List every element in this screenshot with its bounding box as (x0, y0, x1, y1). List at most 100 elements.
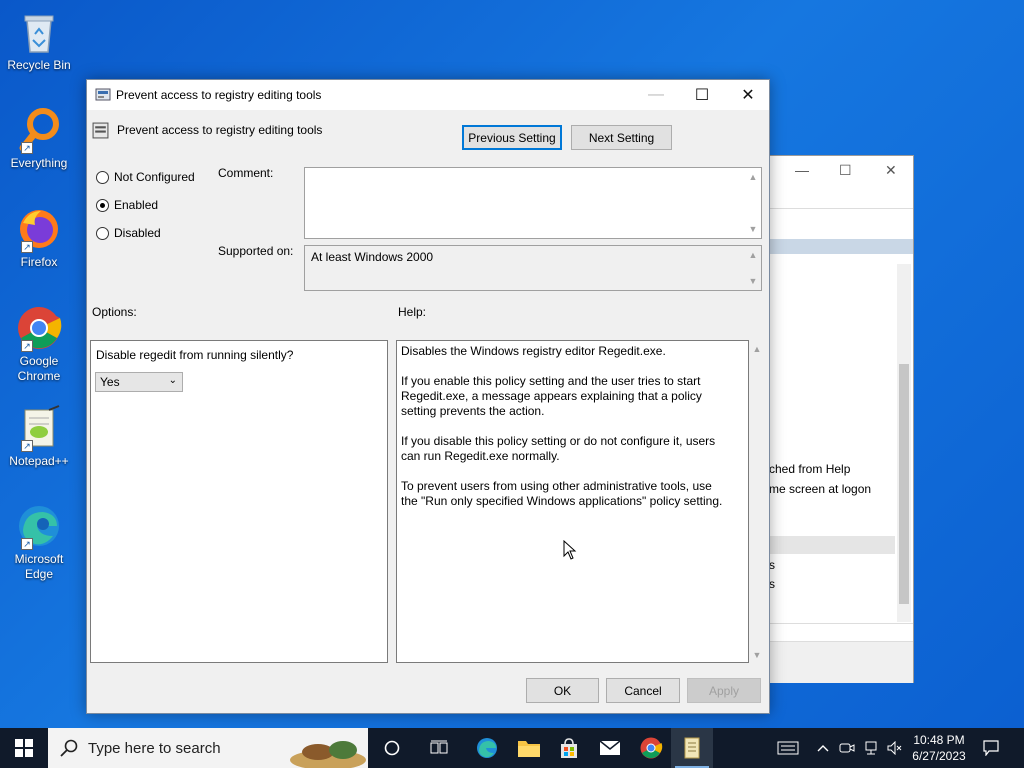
dialog-titlebar[interactable]: Prevent access to registry editing tools… (87, 80, 769, 110)
previous-setting-button[interactable]: Previous Setting (462, 125, 562, 150)
supported-on-value: At least Windows 2000 (311, 250, 434, 264)
desktop-icon-firefox[interactable]: ↗ Firefox (4, 205, 74, 270)
taskbar-search[interactable]: Type here to search (48, 728, 368, 768)
scroll-down-icon[interactable]: ▼ (751, 650, 763, 660)
taskbar-group-policy[interactable] (671, 728, 713, 768)
ok-label: OK (553, 683, 572, 698)
desktop-icon-microsoft-edge[interactable]: ↗ Microsoft Edge (4, 502, 74, 582)
taskbar-store[interactable] (548, 728, 590, 768)
comment-label: Comment: (218, 166, 274, 180)
list-item[interactable]: me screen at logon (769, 482, 871, 496)
search-placeholder: Type here to search (88, 739, 221, 757)
shortcut-arrow-icon: ↗ (21, 538, 33, 550)
ok-button[interactable]: OK (526, 678, 599, 703)
maximize-button[interactable]: ☐ (679, 80, 725, 110)
background-window[interactable]: — ☐ ✕ ched from Help me screen at logon … (768, 155, 914, 683)
chevron-up-icon (817, 745, 829, 752)
tray-meet-now[interactable] (836, 728, 858, 768)
tray-volume[interactable] (884, 728, 906, 768)
desktop-icon-recycle-bin[interactable]: Recycle Bin (4, 8, 74, 73)
close-button[interactable]: ✕ (725, 80, 771, 110)
scroll-thumb[interactable] (899, 364, 909, 604)
close-icon[interactable]: ✕ (885, 162, 897, 179)
cortana-button[interactable] (372, 728, 412, 768)
mail-icon (599, 740, 621, 755)
desktop-icon-google-chrome[interactable]: ↗ Google Chrome (4, 304, 74, 384)
scroll-up-icon[interactable]: ▲ (747, 172, 759, 182)
search-icon (60, 739, 78, 757)
windows-logo-icon (15, 739, 33, 757)
taskbar: Type here to search 10:48 PM 6/27/2023 (0, 728, 1024, 768)
column-header (769, 239, 913, 254)
radio-not-configured[interactable]: Not Configured (96, 170, 195, 184)
list-item[interactable]: ched from Help (769, 462, 850, 476)
radio-enabled[interactable]: Enabled (96, 198, 158, 212)
supported-on-label: Supported on: (218, 244, 294, 258)
scroll-up-icon[interactable]: ▲ (747, 250, 759, 260)
option-dropdown-value: Yes (100, 375, 120, 389)
taskbar-mail[interactable] (589, 728, 631, 768)
scroll-down-icon[interactable]: ▼ (747, 276, 759, 286)
recycle-bin-icon (15, 8, 63, 56)
tray-network[interactable] (860, 728, 882, 768)
chrome-icon (640, 737, 663, 759)
minimize-icon[interactable]: — (795, 162, 809, 178)
store-icon (561, 738, 577, 758)
shortcut-arrow-icon: ↗ (21, 241, 33, 253)
close-icon: ✕ (741, 87, 755, 104)
tray-overflow[interactable] (812, 728, 834, 768)
horizontal-scrollbar[interactable] (769, 623, 913, 641)
radio-label: Enabled (114, 198, 159, 212)
everything-search-icon: ↗ (15, 106, 63, 154)
menu-divider (769, 208, 913, 209)
shortcut-arrow-icon: ↗ (21, 440, 33, 452)
keyboard-icon (777, 741, 799, 755)
folder-icon (518, 741, 540, 757)
comment-scrollbar[interactable]: ▲ ▼ (747, 170, 759, 236)
shortcut-arrow-icon: ↗ (21, 340, 33, 352)
desktop-icon-label: Notepad++ (9, 454, 69, 468)
policy-dialog[interactable]: Prevent access to registry editing tools… (86, 79, 770, 714)
notepad-plus-plus-icon: ↗ (15, 404, 63, 452)
desktop-icon-label: Firefox (20, 255, 58, 269)
cancel-button[interactable]: Cancel (606, 678, 680, 703)
help-paragraph: Disables the Windows registry editor Reg… (401, 344, 666, 358)
minimize-icon: — (648, 86, 664, 103)
radio-disabled[interactable]: Disabled (96, 226, 161, 240)
radio-circle (96, 170, 109, 184)
minimize-button[interactable]: — (633, 80, 679, 110)
selected-row[interactable] (769, 536, 895, 554)
comment-input[interactable]: ▲ ▼ (304, 167, 762, 239)
desktop-icon-everything[interactable]: ↗ Everything (4, 106, 74, 171)
clock-time: 10:48 PM (913, 733, 965, 747)
window-title: Prevent access to registry editing tools (116, 88, 322, 102)
policy-editor-icon (684, 737, 700, 759)
taskbar-file-explorer[interactable] (508, 728, 550, 768)
option-question: Disable regedit from running silently? (96, 348, 294, 362)
supported-scrollbar[interactable]: ▲ ▼ (747, 248, 759, 288)
option-dropdown[interactable]: Yes ⌄ (95, 372, 183, 392)
help-scrollbar[interactable]: ▲ ▼ (751, 342, 763, 662)
task-view-button[interactable] (419, 728, 459, 768)
desktop-icon-notepad-plus-plus[interactable]: ↗ Notepad++ (4, 404, 74, 469)
help-panel: Disables the Windows registry editor Reg… (396, 340, 749, 663)
scroll-down-icon[interactable]: ▼ (747, 224, 759, 234)
action-center-button[interactable] (976, 728, 1006, 768)
vertical-scrollbar[interactable] (897, 264, 911, 622)
apply-button[interactable]: Apply (687, 678, 761, 703)
next-setting-button[interactable]: Next Setting (571, 125, 672, 150)
cortana-icon (384, 740, 400, 756)
shortcut-arrow-icon: ↗ (21, 142, 33, 154)
start-button[interactable] (0, 728, 48, 768)
taskbar-chrome[interactable] (630, 728, 672, 768)
taskbar-edge[interactable] (466, 728, 508, 768)
help-paragraph: To prevent users from using other admini… (401, 479, 723, 508)
options-label: Options: (92, 305, 137, 319)
task-view-icon (430, 740, 448, 754)
options-panel: Disable regedit from running silently? Y… (90, 340, 388, 663)
setting-title: Prevent access to registry editing tools (117, 123, 323, 137)
tray-keyboard[interactable] (770, 728, 806, 768)
taskbar-clock[interactable]: 10:48 PM 6/27/2023 (908, 732, 970, 764)
scroll-up-icon[interactable]: ▲ (751, 344, 763, 354)
maximize-icon[interactable]: ☐ (839, 162, 852, 179)
